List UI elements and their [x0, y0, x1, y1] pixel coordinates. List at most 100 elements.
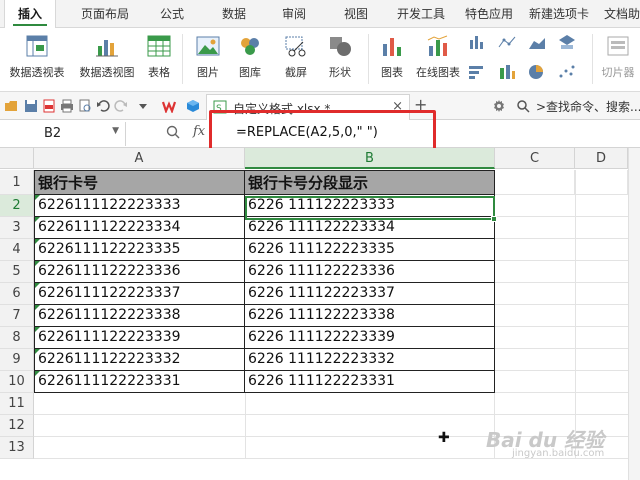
- row-header[interactable]: 12: [0, 415, 34, 437]
- pivot-chart-button[interactable]: 数据透视图: [74, 32, 140, 88]
- scatter-chart-icon[interactable]: [558, 64, 576, 80]
- insert-function-button[interactable]: fx: [193, 124, 205, 139]
- tab-formulas[interactable]: 公式: [150, 0, 194, 28]
- shapes-icon: [327, 34, 353, 58]
- export-pdf-icon[interactable]: [42, 99, 56, 113]
- pivot-table-label: 数据透视表: [9, 66, 65, 79]
- pivot-table-button[interactable]: 数据透视表: [4, 32, 70, 88]
- table-cell-b[interactable]: 6226 111122223338: [245, 305, 495, 327]
- row-header[interactable]: 4: [0, 239, 34, 261]
- ribbon-separator: [182, 34, 183, 84]
- column-chart-icon[interactable]: [468, 34, 486, 50]
- stock-chart-icon[interactable]: [558, 34, 576, 50]
- undo-icon[interactable]: [96, 99, 110, 113]
- table-cell-b[interactable]: 6226 111122223333: [245, 195, 495, 217]
- bar-chart-icon[interactable]: [468, 64, 486, 80]
- chart-button[interactable]: 图表: [374, 32, 410, 88]
- column-header-d[interactable]: D: [575, 148, 628, 169]
- row-header[interactable]: 7: [0, 305, 34, 327]
- table-cell-a[interactable]: 6226111122223339: [34, 327, 245, 349]
- search-command-input[interactable]: >查找命令、搜索...: [536, 98, 640, 115]
- tab-view[interactable]: 视图: [334, 0, 378, 28]
- tab-insert[interactable]: 插入: [4, 0, 56, 28]
- shapes-button[interactable]: 形状: [320, 32, 360, 88]
- row-header[interactable]: 9: [0, 349, 34, 371]
- empty-cell[interactable]: [495, 170, 575, 195]
- row-header[interactable]: 2: [0, 195, 34, 217]
- gallery-label: 图库: [239, 66, 261, 79]
- table-cell-b[interactable]: 6226 111122223331: [245, 371, 495, 393]
- tab-developer[interactable]: 开发工具: [388, 0, 454, 28]
- table-cell-a[interactable]: 6226111122223336: [34, 261, 245, 283]
- tab-page-layout[interactable]: 页面布局: [70, 0, 140, 28]
- table-cell-a[interactable]: 6226111122223335: [34, 239, 245, 261]
- chevron-down-icon[interactable]: [136, 99, 150, 113]
- table-cell-a[interactable]: 6226111122223333: [34, 195, 245, 217]
- row-header[interactable]: 1: [0, 170, 34, 195]
- table-cell-b[interactable]: 6226 111122223339: [245, 327, 495, 349]
- table-cell-b[interactable]: 6226 111122223334: [245, 217, 495, 239]
- tab-review[interactable]: 审阅: [272, 0, 316, 28]
- pie-chart-icon[interactable]: [528, 64, 546, 80]
- search-icon[interactable]: [516, 99, 530, 113]
- empty-cell[interactable]: [575, 170, 628, 195]
- slicer-button[interactable]: 切片器: [596, 32, 640, 88]
- row-header[interactable]: 10: [0, 371, 34, 393]
- screenshot-button[interactable]: 截屏: [276, 32, 316, 88]
- error-indicator-icon: [35, 305, 40, 310]
- table-button[interactable]: 表格: [142, 32, 176, 88]
- save-icon[interactable]: [24, 99, 38, 113]
- row-header[interactable]: 5: [0, 261, 34, 283]
- table-icon: [146, 34, 172, 58]
- row-header[interactable]: 3: [0, 217, 34, 239]
- column-header-a[interactable]: A: [34, 148, 245, 169]
- print-preview-icon[interactable]: [78, 99, 92, 113]
- row-header[interactable]: 13: [0, 437, 34, 459]
- folder-icon[interactable]: [4, 99, 18, 113]
- select-all-corner[interactable]: [0, 148, 34, 169]
- print-icon[interactable]: [60, 99, 74, 113]
- table-header-card-number[interactable]: 银行卡号: [34, 170, 245, 195]
- tab-new-tab[interactable]: 新建选项卡: [524, 0, 594, 28]
- table-cell-a[interactable]: 6226111122223337: [34, 283, 245, 305]
- stacked-chart-icon[interactable]: [498, 64, 516, 80]
- cube-icon[interactable]: [186, 99, 200, 113]
- column-header-c[interactable]: C: [495, 148, 575, 169]
- wps-logo-icon[interactable]: [162, 99, 180, 113]
- vertical-scrollbar[interactable]: [628, 148, 640, 480]
- zoom-icon[interactable]: [166, 125, 180, 139]
- table-cell-a[interactable]: 6226111122223334: [34, 217, 245, 239]
- error-indicator-icon: [35, 195, 40, 200]
- slicer-icon: [605, 34, 631, 58]
- table-cell-b[interactable]: 6226 111122223337: [245, 283, 495, 305]
- picture-button[interactable]: 图片: [188, 32, 228, 88]
- online-chart-icon: [425, 34, 451, 58]
- table-cell-a[interactable]: 6226111122223338: [34, 305, 245, 327]
- table-cell-b[interactable]: 6226 111122223336: [245, 261, 495, 283]
- chevron-down-icon[interactable]: ▼: [112, 126, 119, 136]
- redo-icon[interactable]: [114, 99, 128, 113]
- search-settings-icon[interactable]: [492, 99, 506, 113]
- empty-cells-region[interactable]: [495, 195, 628, 459]
- row-header[interactable]: 8: [0, 327, 34, 349]
- error-indicator-icon: [35, 349, 40, 354]
- row-header[interactable]: 6: [0, 283, 34, 305]
- table-header-card-formatted[interactable]: 银行卡号分段显示: [245, 170, 495, 195]
- pivot-chart-icon: [94, 34, 120, 58]
- area-chart-icon[interactable]: [528, 34, 546, 50]
- tab-data[interactable]: 数据: [212, 0, 256, 28]
- online-chart-button[interactable]: 在线图表: [412, 32, 464, 88]
- table-cell-b[interactable]: 6226 111122223332: [245, 349, 495, 371]
- name-box[interactable]: B2 ▼: [0, 122, 126, 146]
- table-cell-a[interactable]: 6226111122223332: [34, 349, 245, 371]
- empty-rows-region[interactable]: [34, 393, 495, 459]
- tab-special-apps[interactable]: 特色应用: [456, 0, 522, 28]
- gallery-button[interactable]: 图库: [230, 32, 270, 88]
- line-chart-icon[interactable]: [498, 34, 516, 50]
- column-header-b[interactable]: B: [245, 148, 495, 169]
- row-header[interactable]: 11: [0, 393, 34, 415]
- table-cell-b[interactable]: 6226 111122223335: [245, 239, 495, 261]
- tab-doc-assistant[interactable]: 文档助: [600, 0, 640, 28]
- table-cell-a[interactable]: 6226111122223331: [34, 371, 245, 393]
- gallery-icon: [237, 34, 263, 58]
